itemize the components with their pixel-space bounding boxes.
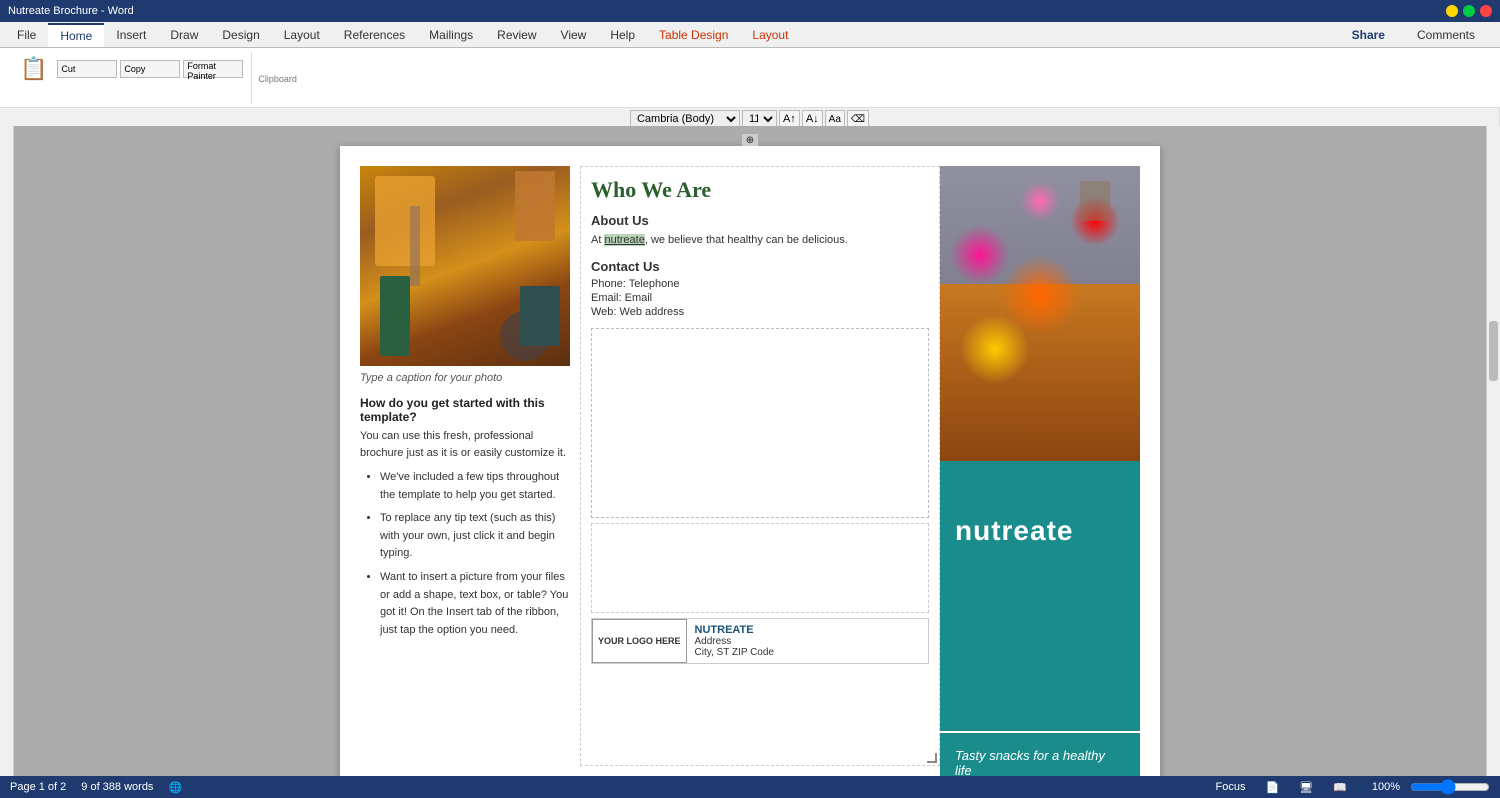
tab-insert[interactable]: Insert xyxy=(104,22,158,47)
brand-link[interactable]: nutreate xyxy=(604,234,644,246)
shop-element xyxy=(1080,181,1110,221)
window-title-bar: Nutreate Brochure - Word xyxy=(0,0,1500,22)
ribbon-content: 📋 Cut Copy Format Painter Clipboard xyxy=(0,48,1500,108)
company-name: NUTREATE xyxy=(695,624,774,636)
cut-button[interactable]: Cut xyxy=(57,60,117,78)
word-count: 9 of 388 words xyxy=(81,781,153,793)
left-column: Type a caption for your photo How do you… xyxy=(360,166,580,766)
format-painter-button[interactable]: Format Painter xyxy=(183,60,243,78)
phone-contact: Phone: Telephone xyxy=(591,278,929,290)
paste-button[interactable]: 📋 xyxy=(16,54,54,84)
brochure: Type a caption for your photo How do you… xyxy=(360,166,1140,766)
page-info: Page 1 of 2 xyxy=(10,781,66,793)
focus-button[interactable]: Focus xyxy=(1211,779,1251,795)
email-contact: Email: Email xyxy=(591,292,929,304)
tab-layout2[interactable]: Layout xyxy=(740,22,800,47)
minimize-button[interactable] xyxy=(1446,5,1458,17)
clipboard-group-top: 📋 Cut Copy Format Painter xyxy=(16,54,243,84)
brand-name: nutreate xyxy=(955,515,1073,547)
left-heading: How do you get started with this templat… xyxy=(360,396,570,424)
company-info: NUTREATE Address City, ST ZIP Code xyxy=(687,619,782,663)
maximize-button[interactable] xyxy=(1463,5,1475,17)
tab-table-design[interactable]: Table Design xyxy=(647,22,740,47)
document-area[interactable]: ⊕ Type a caption for your photo xyxy=(14,126,1486,776)
paste-icon: 📋 xyxy=(20,56,47,82)
status-right: Focus 📄 🖥 📖 100% xyxy=(1211,779,1490,796)
scrollbar-thumb[interactable] xyxy=(1489,321,1498,381)
read-mode-button[interactable]: 📖 xyxy=(1328,779,1352,796)
bullet-list: We've included a few tips throughout the… xyxy=(360,469,570,639)
pot xyxy=(500,311,550,361)
vertical-element xyxy=(410,206,420,286)
tab-references[interactable]: References xyxy=(332,22,417,47)
bullet-item-2: To replace any tip text (such as this) w… xyxy=(380,510,570,563)
vertical-scrollbar[interactable] xyxy=(1486,126,1500,776)
clipboard-group: 📋 Cut Copy Format Painter xyxy=(8,52,252,104)
middle-dashed-area-2 xyxy=(591,523,929,613)
web-layout-button[interactable]: 🖥 xyxy=(1294,779,1318,796)
shelf-item-2 xyxy=(515,171,555,241)
comments-button[interactable]: Comments xyxy=(1405,24,1487,46)
who-we-are-title: Who We Are xyxy=(591,177,929,203)
bullet-item-1: We've included a few tips throughout the… xyxy=(380,469,570,504)
flower-lightpink xyxy=(1020,181,1060,221)
web-contact: Web: Web address xyxy=(591,306,929,318)
kitchen-photo xyxy=(360,166,570,366)
tab-design[interactable]: Design xyxy=(210,22,271,47)
logo-placeholder: YOUR LOGO HERE xyxy=(592,619,687,663)
flower-bg xyxy=(940,166,1140,461)
about-us-body: At nutreate, we believe that healthy can… xyxy=(591,232,929,249)
about-us-heading: About Us xyxy=(591,213,929,228)
status-bar: Page 1 of 2 9 of 388 words 🌐 Focus 📄 🖥 📖… xyxy=(0,776,1500,798)
copy-button[interactable]: Copy xyxy=(120,60,180,78)
close-button[interactable] xyxy=(1480,5,1492,17)
clipboard-label: Clipboard xyxy=(258,74,297,84)
tab-review[interactable]: Review xyxy=(485,22,548,47)
tab-mailings[interactable]: Mailings xyxy=(417,22,485,47)
tab-file[interactable]: File xyxy=(5,22,48,47)
bullet-item-3: Want to insert a picture from your files… xyxy=(380,569,570,639)
right-column: nutreate Tasty snacks for a healthy life xyxy=(940,166,1140,766)
tab-help[interactable]: Help xyxy=(598,22,647,47)
tagline: Tasty snacks for a healthy life xyxy=(955,748,1125,776)
resize-handle[interactable] xyxy=(927,753,937,763)
app-title: Nutreate Brochure - Word xyxy=(8,5,134,17)
flower-yellow xyxy=(960,314,1030,384)
tab-view[interactable]: View xyxy=(549,22,599,47)
company-city: City, ST ZIP Code xyxy=(695,647,774,658)
contact-us-heading: Contact Us xyxy=(591,259,929,274)
page: ⊕ Type a caption for your photo xyxy=(340,146,1160,776)
flower-pink xyxy=(950,225,1010,285)
ribbon-tabs: File Home Insert Draw Design Layout Refe… xyxy=(0,22,1500,48)
language-icon: 🌐 xyxy=(168,781,182,794)
window-controls[interactable] xyxy=(1446,5,1492,17)
zoom-level: 100% xyxy=(1372,781,1400,793)
left-ruler xyxy=(0,126,14,776)
left-body: You can use this fresh, professional bro… xyxy=(360,428,570,461)
shelf-item-1 xyxy=(375,176,435,266)
zoom-slider[interactable] xyxy=(1410,781,1490,793)
plant xyxy=(380,276,410,356)
teal-spacer xyxy=(940,601,1140,731)
print-layout-button[interactable]: 📄 xyxy=(1260,779,1284,796)
share-button[interactable]: Share xyxy=(1340,24,1397,46)
middle-dashed-area xyxy=(591,328,929,518)
tab-home[interactable]: Home xyxy=(48,23,104,47)
middle-column[interactable]: Who We Are About Us At nutreate, we beli… xyxy=(580,166,940,766)
footer-area: YOUR LOGO HERE NUTREATE Address City, ST… xyxy=(591,618,929,664)
tab-draw[interactable]: Draw xyxy=(158,22,210,47)
company-address: Address xyxy=(695,636,774,647)
move-handle[interactable]: ⊕ xyxy=(742,134,758,146)
flower-photo xyxy=(940,166,1140,461)
tab-layout[interactable]: Layout xyxy=(272,22,332,47)
photo-caption: Type a caption for your photo xyxy=(360,372,570,384)
teal-brand-box: nutreate xyxy=(940,461,1140,601)
teal-footer: Tasty snacks for a healthy life xyxy=(940,733,1140,776)
